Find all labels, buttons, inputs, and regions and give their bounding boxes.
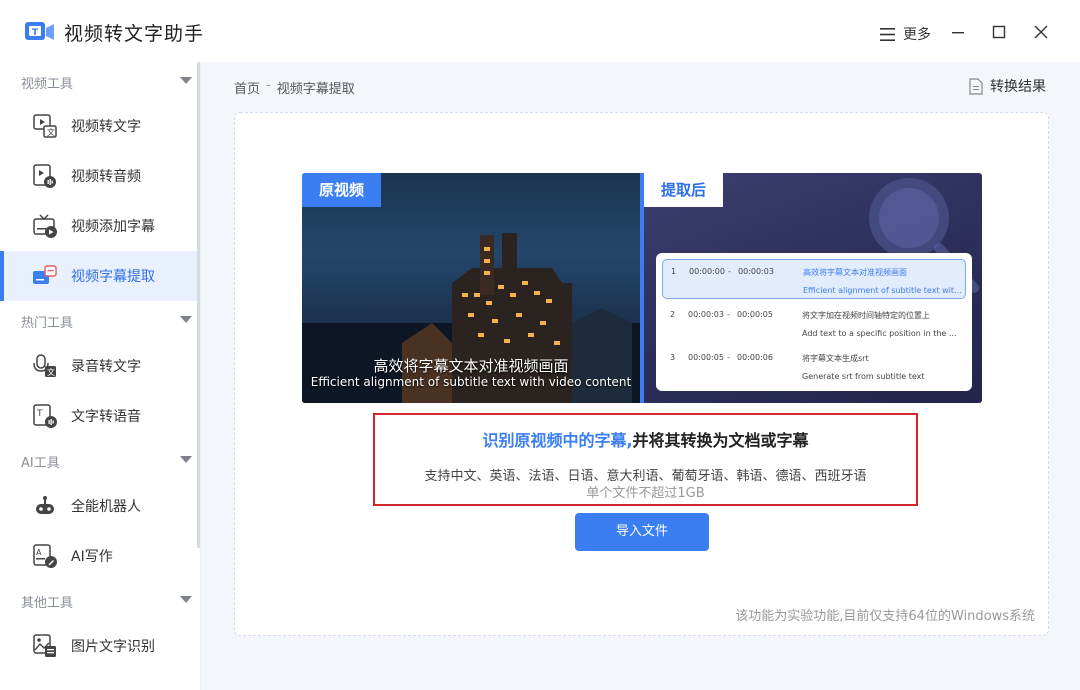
breadcrumb-current: 视频字幕提取 xyxy=(276,82,355,97)
sidebar-item-recording-to-text[interactable]: 文 录音转文字 xyxy=(0,341,197,391)
sidebar-item-video-to-text[interactable]: 文 视频转文字 xyxy=(0,101,197,151)
original-video-tag: 原视频 xyxy=(302,173,382,207)
sidebar-item-add-subtitle[interactable]: 视频添加字幕 xyxy=(0,201,197,251)
row-number: 1 xyxy=(671,267,677,276)
row-end: 00:00:05 xyxy=(737,310,773,319)
sidebar-item-subtitle-extract[interactable]: 视频字幕提取 xyxy=(0,251,197,301)
title-bar: T 视频转文字助手 更多 xyxy=(0,0,1080,62)
sidebar-item-video-to-audio[interactable]: 视频转音频 xyxy=(0,151,197,201)
minimize-button[interactable] xyxy=(948,22,968,42)
drop-zone-panel[interactable]: 原视频 高效将字幕文本对准视频画面 Efficient alignment of… xyxy=(234,112,1049,636)
sidebar-item-text-to-speech[interactable]: T 文字转语音 xyxy=(0,391,197,441)
row-number: 3 xyxy=(670,353,676,362)
subtitle-list-card: 1 00:00:00 - 00:00:03 高效将字幕文本对准视频画面 Effi… xyxy=(656,253,972,391)
row-text-zh: 高效将字幕文本对准视频画面 xyxy=(803,268,907,277)
sidebar-item-robot[interactable]: 全能机器人 xyxy=(0,481,197,531)
sidebar-item-label: 视频字幕提取 xyxy=(71,269,155,285)
recording-to-text-icon: 文 xyxy=(33,354,56,377)
sidebar-item-label: 图片文字识别 xyxy=(71,639,155,655)
app-logo-icon: T xyxy=(25,22,54,40)
svg-text:文: 文 xyxy=(47,127,55,137)
preview-subtitle-en: Efficient alignment of subtitle text wit… xyxy=(310,375,632,389)
category-other-tools[interactable]: 其他工具 xyxy=(0,581,197,621)
sidebar-item-label: 文字转语音 xyxy=(71,409,141,425)
import-file-button[interactable]: 导入文件 xyxy=(575,513,709,551)
category-hot-tools[interactable]: 热门工具 xyxy=(0,301,197,341)
collapse-arrow-icon xyxy=(180,596,192,603)
sidebar-item-label: 全能机器人 xyxy=(71,499,141,515)
row-text-zh: 将文字加在视频时间轴特定的位置上 xyxy=(802,311,930,320)
sidebar-item-label: 录音转文字 xyxy=(71,359,141,375)
row-dash: - xyxy=(727,353,730,362)
row-number: 2 xyxy=(670,310,676,319)
video-to-audio-icon xyxy=(33,164,56,188)
main-content: 首页 - 视频字幕提取 转换结果 原视频 高效将字幕文本对准视频画面 Effic… xyxy=(201,62,1080,690)
sidebar: 视频工具 文 视频转文字 视频转音频 视频添加字幕 视频字幕提取 热门工具 文 … xyxy=(0,62,201,690)
document-icon xyxy=(969,77,983,95)
row-start: 00:00:03 xyxy=(688,310,724,319)
subtitle-row: 3 00:00:05 - 00:00:06 将字幕文本生成srt Generat… xyxy=(662,346,966,386)
subtitle-row: 1 00:00:00 - 00:00:03 高效将字幕文本对准视频画面 Effi… xyxy=(662,259,966,299)
svg-text:A: A xyxy=(36,548,42,557)
preview-image: 原视频 高效将字幕文本对准视频画面 Efficient alignment of… xyxy=(302,173,982,403)
category-video-tools[interactable]: 视频工具 xyxy=(0,62,197,102)
experimental-notice: 该功能为实验功能,目前仅支持64位的Windows系统 xyxy=(735,609,1035,624)
svg-text:文: 文 xyxy=(47,367,55,377)
sidebar-item-ai-writing[interactable]: A AI写作 xyxy=(0,531,197,581)
collapse-arrow-icon xyxy=(180,456,192,463)
sidebar-item-image-ocr[interactable]: 图片文字识别 xyxy=(0,621,197,671)
row-end: 00:00:03 xyxy=(738,267,774,276)
subtitle-extract-icon xyxy=(33,265,57,284)
row-dash: - xyxy=(728,267,731,276)
add-subtitle-icon xyxy=(33,214,57,238)
original-video-preview: 原视频 高效将字幕文本对准视频画面 Efficient alignment of… xyxy=(302,173,640,403)
close-button[interactable] xyxy=(1031,22,1051,42)
feature-title: 识别原视频中的字幕,并将其转换为文档或字幕 xyxy=(375,427,916,451)
category-ai-tools[interactable]: AI工具 xyxy=(0,441,197,481)
text-to-speech-icon: T xyxy=(33,404,57,428)
sidebar-item-label: 视频转文字 xyxy=(71,119,141,135)
video-to-text-icon: 文 xyxy=(33,114,57,138)
more-label: 更多 xyxy=(903,27,931,43)
ai-writing-icon: A xyxy=(33,544,57,568)
feature-title-rest: 并将其转换为文档或字幕 xyxy=(632,431,809,450)
robot-icon xyxy=(36,496,54,514)
sidebar-item-label: 视频转音频 xyxy=(71,169,141,185)
category-label: 视频工具 xyxy=(21,77,74,92)
preview-subtitle-zh: 高效将字幕文本对准视频画面 xyxy=(373,357,569,375)
row-start: 00:00:00 xyxy=(689,267,725,276)
collapse-arrow-icon xyxy=(180,77,192,84)
breadcrumb: 首页 - 视频字幕提取 xyxy=(234,78,355,97)
conversion-result-label: 转换结果 xyxy=(990,79,1046,95)
sidebar-item-label: 视频添加字幕 xyxy=(71,219,155,235)
category-label: AI工具 xyxy=(21,456,60,471)
row-dash: - xyxy=(727,310,730,319)
row-start: 00:00:05 xyxy=(688,353,724,362)
category-label: 其他工具 xyxy=(21,596,74,611)
breadcrumb-separator: - xyxy=(266,78,271,93)
extracted-result-preview: 提取后 1 00:00:00 - 00:00:03 高效将字幕文本对准视频画面 … xyxy=(644,173,982,403)
row-text-en: Generate srt from subtitle text xyxy=(802,372,925,381)
subtitle-row: 2 00:00:03 - 00:00:05 将文字加在视频时间轴特定的位置上 A… xyxy=(662,303,966,343)
maximize-button[interactable] xyxy=(989,22,1009,42)
conversion-result-button[interactable]: 转换结果 xyxy=(968,76,1046,96)
svg-text:T: T xyxy=(36,409,43,419)
feature-description: 识别原视频中的字幕,并将其转换为文档或字幕 支持中文、英语、法语、日语、意大利语… xyxy=(373,413,918,506)
sidebar-item-label: AI写作 xyxy=(71,549,113,565)
extracted-tag: 提取后 xyxy=(644,173,724,207)
file-size-limit: 单个文件不超过1GB xyxy=(586,486,705,501)
row-text-en: Add text to a specific position in the .… xyxy=(802,329,957,338)
row-text-en: Efficient alignment of subtitle text wit… xyxy=(803,286,963,295)
menu-icon xyxy=(880,27,895,41)
row-text-zh: 将字幕文本生成srt xyxy=(802,354,869,363)
image-ocr-icon xyxy=(33,634,56,657)
svg-text:T: T xyxy=(32,28,39,38)
app-title: 视频转文字助手 xyxy=(64,23,205,45)
breadcrumb-home[interactable]: 首页 xyxy=(234,78,260,97)
collapse-arrow-icon xyxy=(180,316,192,323)
more-menu-button[interactable]: 更多 xyxy=(880,24,931,44)
feature-title-highlight: 识别原视频中的字幕, xyxy=(482,431,633,450)
category-label: 热门工具 xyxy=(21,316,74,331)
row-end: 00:00:06 xyxy=(737,353,773,362)
